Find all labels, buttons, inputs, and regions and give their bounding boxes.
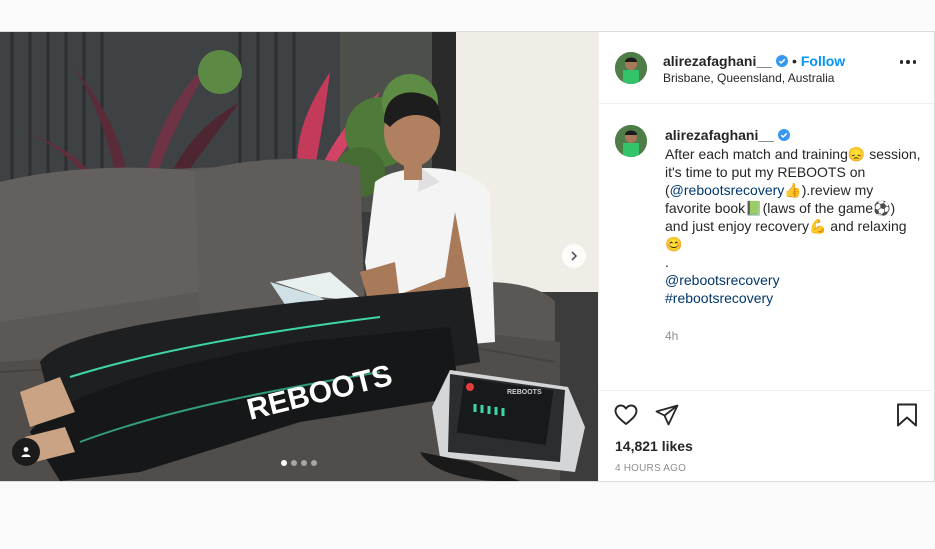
carousel-dot: [311, 460, 317, 466]
save-button[interactable]: [894, 402, 920, 428]
caption-text: After each match and training😞 session, …: [665, 145, 921, 253]
like-button[interactable]: [613, 402, 639, 428]
verified-badge-icon: [777, 129, 790, 141]
hashtag-link[interactable]: #rebootsrecovery: [665, 289, 921, 307]
mention-link[interactable]: @rebootsrecovery: [665, 271, 921, 289]
username-link[interactable]: alirezafaghani__: [663, 53, 772, 69]
post-sidebar: alirezafaghani__ • Follow Brisbane, Quee…: [598, 32, 935, 481]
carousel-indicator: [281, 460, 317, 466]
user-tag-icon: [21, 447, 31, 457]
post-timestamp[interactable]: 4 HOURS AGO: [615, 463, 686, 474]
avatar[interactable]: [615, 125, 647, 157]
verified-badge-icon: [775, 55, 788, 67]
bookmark-icon: [897, 403, 917, 427]
share-icon: [655, 404, 679, 426]
post-header: alirezafaghani__ • Follow Brisbane, Quee…: [599, 32, 934, 104]
caption-relative-time[interactable]: 4h: [665, 327, 921, 345]
avatar-image: [615, 52, 647, 84]
chevron-right-icon: [571, 251, 578, 261]
caption-username-link[interactable]: alirezafaghani__: [665, 126, 774, 144]
carousel-dot: [281, 460, 287, 466]
device-label: REBOOTS: [507, 389, 542, 396]
avatar[interactable]: [615, 52, 647, 84]
avatar-image: [615, 125, 647, 157]
caption-dot-line: .: [665, 254, 669, 270]
carousel-dot: [291, 460, 297, 466]
post-card: REBOOTS REBOOTS alirezafaghani__ • Follo…: [0, 31, 935, 482]
share-button[interactable]: [654, 402, 680, 428]
carousel-dot: [301, 460, 307, 466]
mention-link[interactable]: @rebootsrecovery: [670, 182, 785, 198]
user-tags-button[interactable]: [12, 438, 40, 466]
carousel-next-button[interactable]: [562, 244, 586, 268]
post-photo: REBOOTS REBOOTS: [0, 32, 598, 481]
post-media[interactable]: REBOOTS REBOOTS: [0, 32, 598, 481]
location-link[interactable]: Brisbane, Queensland, Australia: [663, 71, 834, 85]
more-options-icon[interactable]: [899, 60, 916, 64]
separator-bullet: •: [791, 53, 797, 69]
likes-count[interactable]: 14,821 likes: [615, 438, 693, 454]
heart-icon: [614, 404, 638, 425]
post-actions: 14,821 likes 4 HOURS AGO: [599, 390, 935, 481]
follow-button[interactable]: Follow: [801, 53, 845, 69]
